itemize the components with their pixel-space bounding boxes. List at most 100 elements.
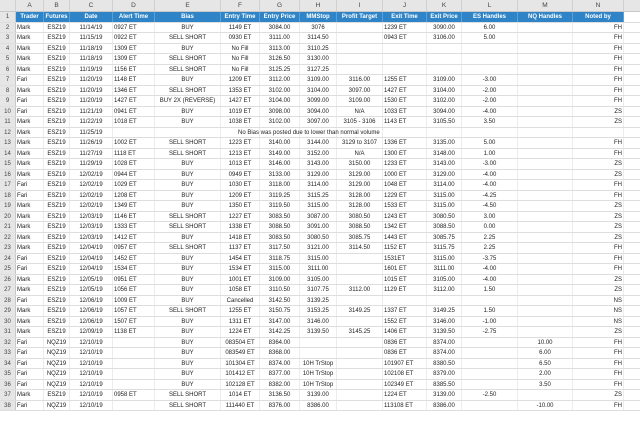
table-cell[interactable] xyxy=(113,127,155,137)
table-cell[interactable]: Fari xyxy=(16,348,44,358)
table-cell[interactable] xyxy=(337,400,383,410)
table-cell[interactable]: 11/18/19 xyxy=(70,54,113,64)
table-cell[interactable]: 0951 ET xyxy=(113,274,155,284)
table-cell[interactable]: 6.00 xyxy=(518,348,573,358)
table-cell[interactable]: 0958 ET xyxy=(113,390,155,400)
table-cell[interactable]: BUY xyxy=(155,190,221,200)
table-cell[interactable]: Mark xyxy=(16,127,44,137)
table-cell[interactable]: -4.00 xyxy=(462,264,518,274)
table-cell[interactable]: 3104.00 xyxy=(300,85,337,95)
table-cell[interactable]: 2.00 xyxy=(518,369,573,379)
table-cell[interactable]: Mark xyxy=(16,243,44,253)
table-cell[interactable]: 3146.00 xyxy=(260,159,300,169)
table-cell[interactable]: BUY xyxy=(155,327,221,337)
table-cell[interactable]: 3102.00 xyxy=(427,96,462,106)
table-cell[interactable]: FH xyxy=(573,148,624,158)
table-cell[interactable] xyxy=(518,180,573,190)
table-cell[interactable]: 11/27/19 xyxy=(70,148,113,158)
table-cell[interactable]: ZS xyxy=(573,232,624,242)
row-number[interactable]: 36 xyxy=(0,379,16,389)
table-cell[interactable]: ZS xyxy=(573,201,624,211)
table-cell[interactable]: 12/10/19 xyxy=(70,358,113,368)
table-cell[interactable]: ESZ19 xyxy=(44,222,70,232)
table-cell[interactable]: 1.50 xyxy=(462,306,518,316)
table-cell[interactable]: 12/02/19 xyxy=(70,180,113,190)
column-header-cell[interactable]: Noted by xyxy=(573,12,624,22)
table-cell[interactable] xyxy=(518,285,573,295)
row-number[interactable]: 9 xyxy=(0,96,16,106)
table-cell[interactable]: 3150.75 xyxy=(260,306,300,316)
table-cell[interactable]: 1002 ET xyxy=(113,138,155,148)
table-cell[interactable]: Fari xyxy=(16,190,44,200)
table-cell[interactable]: 3105.00 xyxy=(427,274,462,284)
table-cell[interactable]: ZS xyxy=(573,159,624,169)
row-number[interactable]: 24 xyxy=(0,253,16,263)
table-cell[interactable]: -4.00 xyxy=(462,106,518,116)
table-cell[interactable]: SELL SHORT xyxy=(155,400,221,410)
table-cell[interactable]: 3.50 xyxy=(462,117,518,127)
column-letter-m[interactable]: M xyxy=(518,0,573,11)
table-cell[interactable]: Mark xyxy=(16,159,44,169)
table-cell[interactable] xyxy=(518,96,573,106)
table-cell[interactable]: BUY xyxy=(155,274,221,284)
row-number[interactable]: 13 xyxy=(0,138,16,148)
table-cell[interactable] xyxy=(337,43,383,53)
table-cell[interactable]: 1015 ET xyxy=(383,274,427,284)
table-cell[interactable]: 3139.50 xyxy=(300,327,337,337)
table-cell[interactable]: 1208 ET xyxy=(113,190,155,200)
table-cell[interactable] xyxy=(337,64,383,74)
table-cell[interactable]: SELL SHORT xyxy=(155,85,221,95)
table-cell[interactable]: 1507 ET xyxy=(113,316,155,326)
table-cell[interactable]: 102108 ET xyxy=(383,369,427,379)
table-cell[interactable]: ESZ19 xyxy=(44,201,70,211)
row-number[interactable]: 35 xyxy=(0,369,16,379)
table-cell[interactable]: 3080.50 xyxy=(337,211,383,221)
table-cell[interactable]: 12/03/19 xyxy=(70,232,113,242)
table-cell[interactable]: 12/04/19 xyxy=(70,264,113,274)
table-cell[interactable]: 3147.00 xyxy=(260,316,300,326)
table-cell[interactable]: 6.00 xyxy=(462,22,518,32)
table-cell[interactable]: 3094.00 xyxy=(300,106,337,116)
table-cell[interactable]: 1001 ET xyxy=(221,274,260,284)
row-number[interactable]: 29 xyxy=(0,306,16,316)
table-cell[interactable] xyxy=(337,274,383,284)
table-cell[interactable]: 1229 ET xyxy=(383,190,427,200)
table-cell[interactable]: 3109.00 xyxy=(300,75,337,85)
table-cell[interactable]: 2.25 xyxy=(462,243,518,253)
table-cell[interactable]: 11/29/19 xyxy=(70,159,113,169)
table-cell[interactable]: -4.00 xyxy=(462,274,518,284)
row-number[interactable]: 11 xyxy=(0,117,16,127)
table-cell[interactable]: Mark xyxy=(16,33,44,43)
table-cell[interactable]: 3094.00 xyxy=(427,106,462,116)
table-cell[interactable]: 1129 ET xyxy=(383,285,427,295)
table-cell[interactable]: 1209 ET xyxy=(221,75,260,85)
table-cell[interactable] xyxy=(427,295,462,305)
table-cell[interactable]: Mark xyxy=(16,274,44,284)
table-cell[interactable]: ESZ19 xyxy=(44,106,70,116)
table-cell[interactable]: 11/14/19 xyxy=(70,22,113,32)
table-cell[interactable] xyxy=(113,337,155,347)
table-cell[interactable]: 8374.00 xyxy=(260,358,300,368)
row-number[interactable]: 4 xyxy=(0,43,16,53)
table-cell[interactable]: BUY xyxy=(155,358,221,368)
table-cell[interactable]: 3106.00 xyxy=(427,33,462,43)
table-cell[interactable]: ESZ19 xyxy=(44,390,70,400)
row-number[interactable]: 2 xyxy=(0,22,16,32)
table-cell[interactable]: 1353 ET xyxy=(221,85,260,95)
table-cell[interactable]: 3129 to 3107 xyxy=(337,138,383,148)
table-cell[interactable]: 1337 ET xyxy=(383,306,427,316)
table-cell[interactable] xyxy=(337,369,383,379)
table-cell[interactable]: FH xyxy=(573,190,624,200)
table-cell[interactable]: NQZ19 xyxy=(44,400,70,410)
table-cell[interactable]: Fari xyxy=(16,379,44,389)
table-cell[interactable]: ZS xyxy=(573,222,624,232)
table-cell[interactable] xyxy=(427,127,462,137)
column-header-cell[interactable]: ES Handles xyxy=(462,12,518,22)
table-cell[interactable]: 1300 ET xyxy=(383,148,427,158)
table-cell[interactable]: FH xyxy=(573,33,624,43)
table-cell[interactable]: 3115.75 xyxy=(427,243,462,253)
table-cell[interactable]: 8374.00 xyxy=(427,337,462,347)
row-number[interactable]: 18 xyxy=(0,190,16,200)
table-cell[interactable]: 3129.00 xyxy=(427,169,462,179)
row-number[interactable]: 33 xyxy=(0,348,16,358)
